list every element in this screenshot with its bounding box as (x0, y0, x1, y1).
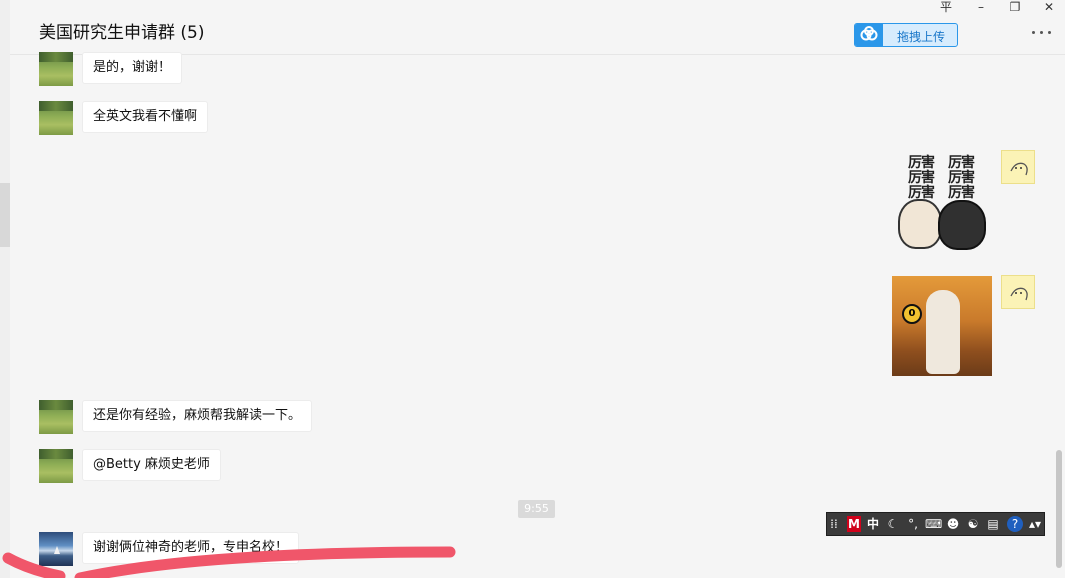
message-bubble[interactable]: 是的，谢谢！ (82, 52, 183, 84)
ime-toolbar[interactable]: ⁞⁞ M 中 ☾ °, ⌨ ☻ ☯ ▤ ? ▴▾ (826, 512, 1045, 536)
message-bubble[interactable]: 全英文我看不懂啊 (82, 101, 209, 133)
member-avatar[interactable] (39, 101, 73, 135)
coin-icon: 0 (902, 304, 922, 324)
white-cat-icon (898, 199, 942, 249)
llama-sticker[interactable]: 0 (892, 276, 992, 376)
toolbox-icon[interactable]: ▤ (985, 516, 1001, 532)
sticker-text: 厉害 (948, 185, 975, 201)
member-avatar[interactable] (39, 449, 73, 483)
help-icon[interactable]: ? (1007, 516, 1023, 532)
ime-logo-icon[interactable]: M (847, 516, 861, 532)
left-panel-edge (0, 0, 10, 578)
member-avatar[interactable] (39, 52, 73, 86)
minimize-button[interactable]: – (970, 0, 992, 14)
self-avatar[interactable] (1001, 150, 1035, 184)
skin-icon[interactable]: ☯ (965, 516, 981, 532)
drag-handle-icon[interactable]: ⁞⁞ (830, 516, 838, 532)
message-timestamp: 9:55 (518, 500, 555, 518)
pin-icon[interactable]: 平 (935, 0, 957, 14)
cats-sticker[interactable]: 厉害 厉害 厉害 厉害 厉害 厉害 (894, 150, 990, 253)
self-avatar[interactable] (1001, 275, 1035, 309)
keyboard-icon[interactable]: ⌨ (925, 516, 942, 532)
member-avatar[interactable] (39, 400, 73, 434)
black-cat-icon (938, 200, 986, 250)
ime-menu-arrow-icon[interactable]: ▴▾ (1029, 516, 1041, 532)
punctuation-icon[interactable]: °, (905, 516, 921, 532)
chat-title: 美国研究生申请群 (5) (39, 23, 205, 43)
drag-upload-button[interactable]: 拖拽上传 (854, 23, 958, 47)
moon-icon[interactable]: ☾ (885, 516, 901, 532)
llama-icon (926, 290, 960, 374)
ime-mode-toggle[interactable]: 中 (865, 516, 881, 532)
cloud-upload-icon (855, 24, 883, 46)
chat-scrollbar[interactable] (1056, 450, 1062, 568)
message-bubble[interactable]: 还是你有经验，麻烦帮我解读一下。 (82, 400, 313, 432)
maximize-button[interactable]: ❐ (1004, 0, 1026, 14)
annotation-scribble (2, 546, 456, 578)
message-bubble[interactable]: @Betty 麻烦史老师 (82, 449, 221, 481)
user-icon[interactable]: ☻ (945, 516, 961, 532)
close-button[interactable]: ✕ (1038, 0, 1060, 14)
left-scroll-thumb[interactable] (0, 183, 10, 247)
drag-upload-label: 拖拽上传 (897, 30, 946, 44)
more-options-icon[interactable] (1030, 24, 1054, 40)
